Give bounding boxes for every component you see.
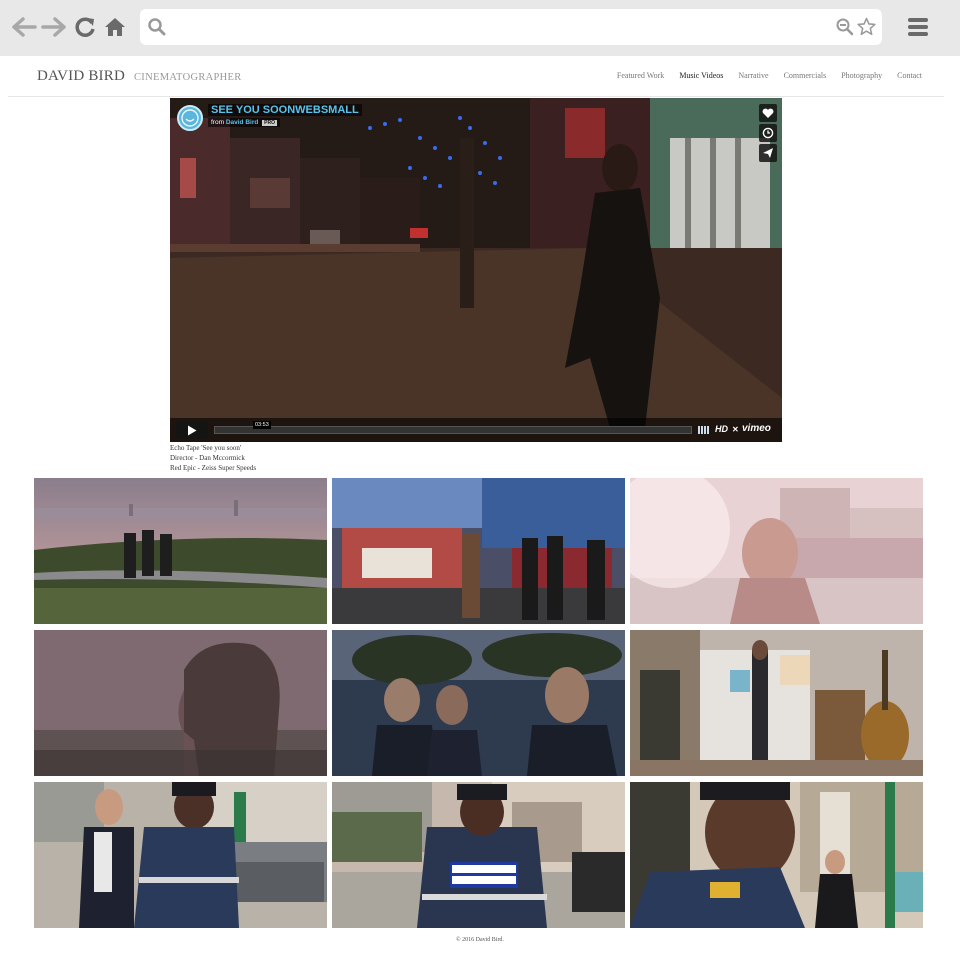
- video-title[interactable]: SEE YOU SOONWEBSMALL: [208, 104, 362, 116]
- thumb-warden-woman[interactable]: [630, 782, 923, 928]
- menu-icon[interactable]: [906, 16, 930, 43]
- nav-music-videos[interactable]: Music Videos: [679, 71, 723, 80]
- site-header: DAVID BIRD CINEMATOGRAPHER Featured Work…: [8, 56, 944, 97]
- video-player[interactable]: SEE YOU SOONWEBSMALL from David Bird PRO…: [170, 98, 782, 442]
- video-frame: [170, 98, 782, 442]
- watch-later-icon[interactable]: [759, 124, 777, 142]
- thumb-graffiti-band[interactable]: [332, 478, 625, 624]
- pro-badge: PRO: [262, 120, 277, 126]
- address-bar[interactable]: [140, 9, 882, 45]
- site-nav: Featured Work Music Videos Narrative Com…: [617, 71, 922, 80]
- vimeo-logo[interactable]: vimeo: [742, 423, 771, 434]
- forward-arrow-icon[interactable]: [41, 14, 67, 40]
- back-arrow-icon[interactable]: [11, 14, 37, 40]
- nav-featured-work[interactable]: Featured Work: [617, 71, 664, 80]
- thumb-traffic-warden-back[interactable]: [332, 782, 625, 928]
- hd-toggle[interactable]: HD: [715, 424, 728, 434]
- site-brand[interactable]: DAVID BIRD: [37, 68, 125, 85]
- nav-photography[interactable]: Photography: [841, 71, 882, 80]
- credit-line: Echo Tape 'See you soon': [170, 444, 242, 452]
- url-input[interactable]: [176, 15, 816, 39]
- video-byline: from David Bird PRO: [208, 118, 280, 127]
- fullscreen-icon[interactable]: ✕: [732, 425, 739, 434]
- play-icon[interactable]: [176, 421, 208, 439]
- progress-bar[interactable]: 03:53: [214, 421, 692, 434]
- share-icon[interactable]: [759, 144, 777, 162]
- star-icon[interactable]: [857, 17, 876, 41]
- home-icon[interactable]: [102, 14, 128, 40]
- site-tagline: CINEMATOGRAPHER: [134, 72, 242, 83]
- still-gallery: [34, 478, 923, 928]
- video-credits: Echo Tape 'See you soon' Director - Dan …: [170, 443, 256, 473]
- nav-contact[interactable]: Contact: [897, 71, 922, 80]
- search-icon: [148, 18, 166, 41]
- site-footer: © 2016 David Bird.: [456, 937, 504, 943]
- player-controls: 03:53 HD ✕ vimeo: [170, 418, 782, 442]
- time-remaining: 03:53: [253, 421, 271, 429]
- reload-icon[interactable]: [72, 14, 98, 40]
- browser-toolbar: [0, 0, 960, 56]
- volume-icon[interactable]: [698, 426, 710, 434]
- nav-commercials[interactable]: Commercials: [784, 71, 827, 80]
- thumb-hilltop-silhouettes[interactable]: [34, 478, 327, 624]
- like-icon[interactable]: [759, 104, 777, 122]
- thumb-guitar-room[interactable]: [630, 630, 923, 776]
- author-avatar[interactable]: [177, 105, 203, 131]
- thumb-profile-closeup[interactable]: [34, 630, 327, 776]
- zoom-out-icon[interactable]: [836, 18, 854, 41]
- byline-prefix: from: [211, 119, 224, 126]
- byline-author-link[interactable]: David Bird: [226, 119, 259, 126]
- thumb-traffic-warden-street[interactable]: [34, 782, 327, 928]
- credit-line: Director - Dan Mccormick: [170, 454, 245, 462]
- thumb-sunflare-portrait[interactable]: [630, 478, 923, 624]
- nav-narrative[interactable]: Narrative: [738, 71, 768, 80]
- credit-line: Red Epic - Zeiss Super Speeds: [170, 464, 257, 472]
- thumb-band-night[interactable]: [332, 630, 625, 776]
